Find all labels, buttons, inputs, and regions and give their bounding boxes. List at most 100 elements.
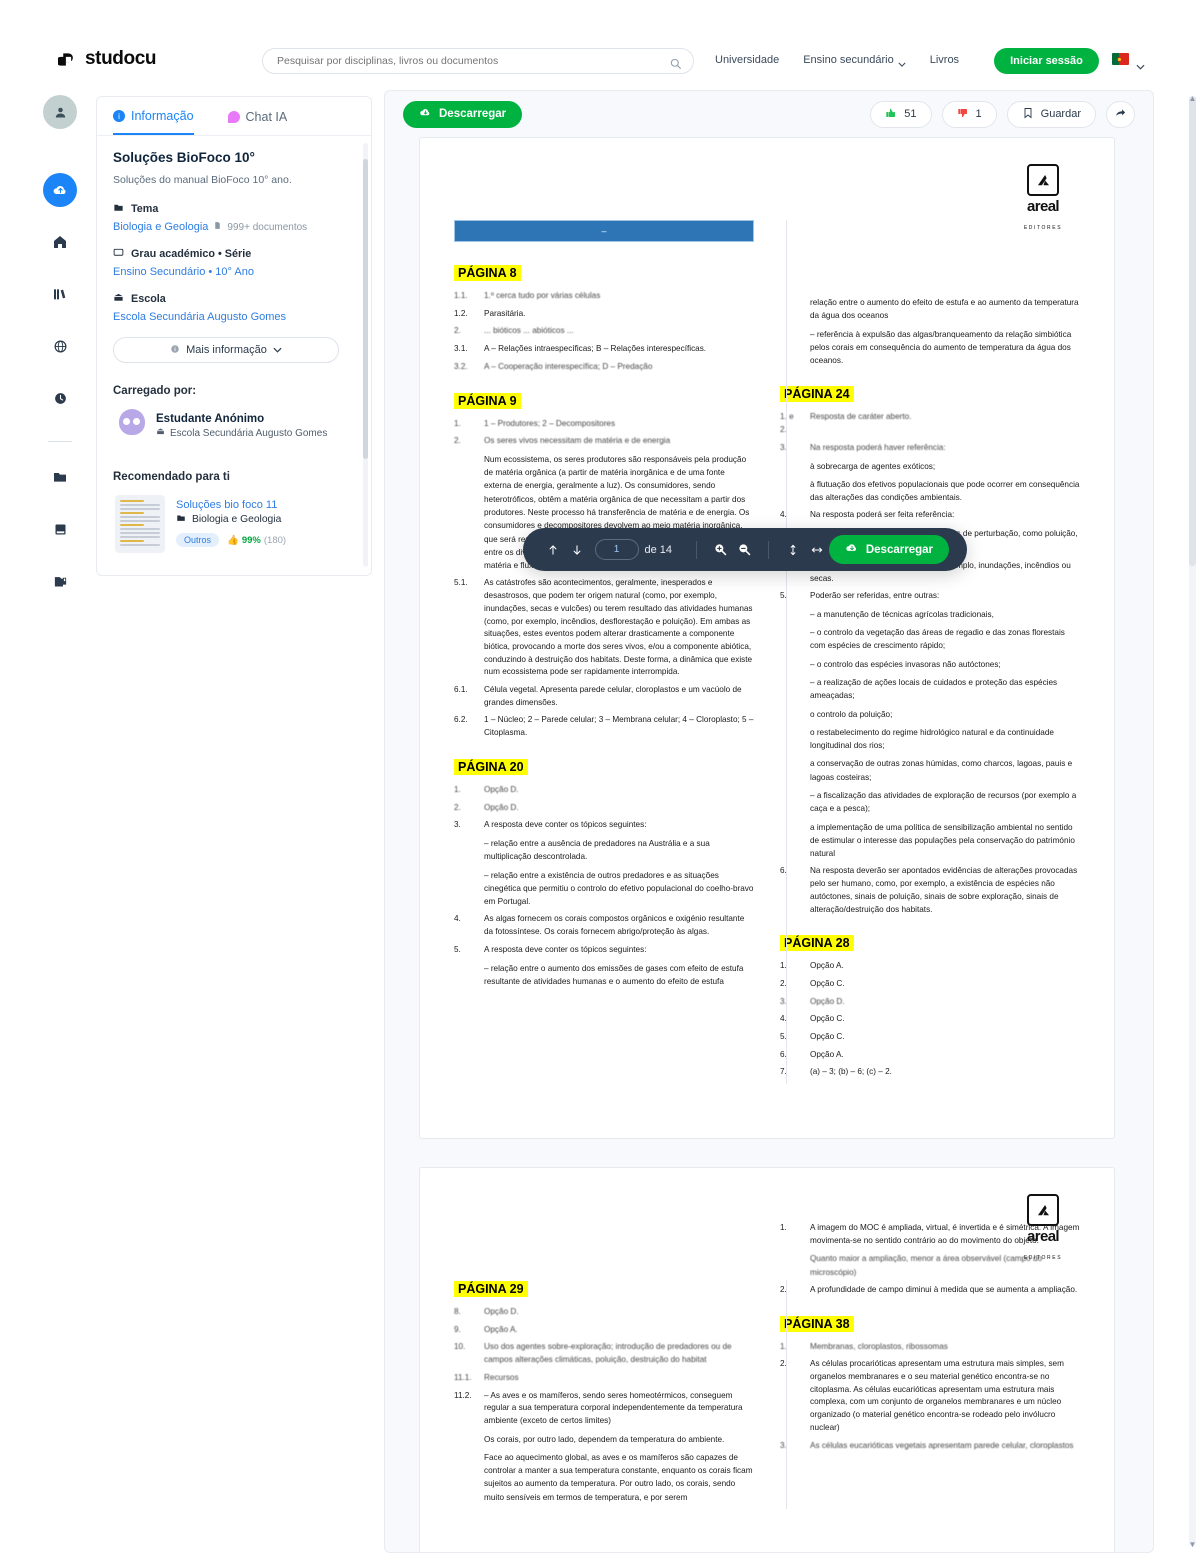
answer-text: Opção A. [484,1324,518,1334]
zoom-out-icon[interactable] [733,537,757,563]
page-number-input[interactable] [594,539,639,560]
info-sidebar-panel: i Informação Chat IA Soluções BioFoco 10… [96,96,372,576]
answer-text: As algas fornecem os corais compostos or… [484,914,745,937]
answer-number: 3. [454,820,461,830]
thumbs-down-icon [957,107,969,122]
arrow-up-icon[interactable] [541,537,565,563]
scrollbar-thumb[interactable] [1189,96,1196,566]
pager-download-label: Descarregar [865,543,933,556]
scrollbar-thumb[interactable] [363,159,368,459]
recommended-card[interactable]: Soluções bio foco 11 Biologia e Geologia… [113,495,355,553]
page-total-label: de 14 [644,543,673,556]
answer-text: Na resposta poderá ser feita referência: [810,510,955,520]
answer-text: Opção A. [810,961,844,971]
arrow-down-icon[interactable] [565,537,589,563]
answer-item: 10. Uso dos agentes sobre-exploração; int… [454,1341,754,1366]
save-button[interactable]: Guardar [1006,100,1096,128]
answer-text: Uso dos agentes sobre-exploração; introd… [484,1342,732,1365]
sidebar-item-home[interactable] [43,225,77,259]
avatar[interactable] [43,95,77,129]
answer-text: Poderão ser referidas, entre outras: [810,591,940,601]
studocu-logo[interactable]: studocu [56,48,156,70]
uploader-card[interactable]: Estudante Anónimo Escola Secundária Augu… [113,409,355,439]
page-columns: PÁGINA 29 8. Opção D. 9. Opção A. 10. Uso dos … [454,1223,1080,1510]
answer-number: 1. [780,1341,787,1351]
page-scrollbar[interactable]: ▲ ▼ [1188,94,1197,1549]
sidebar-item-recent[interactable] [43,381,77,415]
meta-value-text: Escola Secundária Augusto Gomes [113,311,287,323]
page-columns: – PÁGINA 8 1.1. 1.º cerca tudo por várias … [454,220,1080,1085]
nav-item-livros[interactable]: Livros [930,54,959,66]
answer-text: 1.º cerca tudo por várias células [484,291,601,300]
tab-label: Chat IA [245,110,288,124]
sidebar-item-folders[interactable] [43,460,77,494]
scroll-down-icon[interactable]: ▼ [1188,1540,1197,1549]
answer-item: 3. Opção D. [780,996,1080,1009]
recommended-title[interactable]: Soluções bio foco 11 [176,499,277,511]
search-input[interactable] [275,54,670,68]
document-toolbar: Descarregar 51 1 Guardar [385,91,1153,137]
sidebar-tabs: i Informação Chat IA [97,97,371,136]
sidebar-item-documents[interactable] [43,564,77,598]
meta-value-tema[interactable]: Biologia e Geologia 999+ documentos [113,221,355,233]
answer-text: Célula vegetal. Apresenta parede celular… [484,685,742,707]
page-section-heading: PÁGINA 38 [780,1315,854,1332]
answer-number: 3.2. [454,361,468,371]
save-label: Guardar [1040,108,1081,120]
answer-paragraph: a implementação de uma política de sensi… [810,822,1075,859]
folder-icon [176,513,186,526]
page1-right-content: relação entre o aumento do efeito de est… [780,296,1080,1079]
sidebar-scrollbar[interactable] [363,143,368,567]
fit-height-icon[interactable] [781,537,805,563]
answer-text: Opção C. [810,978,845,988]
nav-item-universidade[interactable]: Universidade [715,54,779,66]
answer-number: 9. [454,1324,461,1334]
nav-item-label: Universidade [715,54,780,66]
download-button[interactable]: Descarregar [403,100,523,128]
sidebar-item-library[interactable] [43,277,77,311]
toolbar-actions: 51 1 Guardar [870,100,1135,128]
page-column-left: – PÁGINA 8 1.1. 1.º cerca tudo por várias … [454,220,754,1084]
answer-item: 1.2. Parasitária. [454,308,754,321]
answer-text: – As aves e os mamíferos, sendo seres ho… [484,1390,743,1425]
nav-item-ensino-secundario[interactable]: Ensino secundário [803,54,906,67]
answer-number: 5. [454,944,461,954]
page-section-heading: PÁGINA 28 [780,935,854,952]
answer-paragraph: – o controlo das espécies invasoras não … [810,659,1001,669]
answer-item: 4. As algas fornecem os corais compostos … [454,913,754,938]
answer-item: 5. Opção C. [780,1031,1080,1044]
more-info-button[interactable]: Mais informação [113,337,339,363]
answer-item: 5.1. As catástrofes são acontecimentos, g… [454,577,754,679]
locale-selector[interactable] [1112,53,1145,70]
share-button[interactable] [1106,100,1135,128]
tab-chat-ia[interactable]: Chat IA [227,109,288,135]
document-thumbnail [115,495,165,553]
answer-number: 1. e 2. [780,412,794,435]
page2-right-content: 1. A imagem do MOC é ampliada, virtual, é… [780,1222,1080,1452]
search-icon[interactable] [670,56,681,69]
search-box[interactable] [262,48,694,74]
sidebar-item-upload[interactable] [43,173,77,207]
answer-text: Os seres vivos necessitam de matéria e d… [484,436,671,446]
scroll-up-icon[interactable]: ▲ [1188,94,1197,103]
answer-item: 3.2. A – Cooperação interespecífica; D – … [454,361,754,374]
answer-text: Na resposta poderá haver referência: [810,442,946,452]
answer-paragraph: a conservação de outras zonas húmidas, c… [810,759,1073,782]
tab-informacao[interactable]: i Informação [113,109,194,135]
sidebar-item-books[interactable] [43,512,77,546]
zoom-in-icon[interactable] [709,537,733,563]
answer-number: 1. [454,418,461,428]
fit-width-icon[interactable] [805,537,829,563]
meta-value-grau[interactable]: Ensino Secundário • 10° Ano [113,266,355,278]
answer-paragraph: Face ao aquecimento global, as aves e os… [484,1452,753,1502]
pager-download-button[interactable]: Descarregar [828,535,949,564]
dislike-button[interactable]: 1 [941,100,997,128]
sidebar-item-explore[interactable] [43,329,77,363]
answer-item: 4. Opção C. [780,1013,1080,1026]
login-button[interactable]: Iniciar sessão [994,48,1099,74]
answer-item: 9. Opção A. [454,1324,754,1337]
like-button[interactable]: 51 [870,100,932,128]
answer-item: 2. ... bióticos ... abióticos ... [454,325,754,338]
top-navigation: studocu Universidade Ensino secundário L… [0,0,1200,90]
meta-value-escola[interactable]: Escola Secundária Augusto Gomes [113,311,355,323]
